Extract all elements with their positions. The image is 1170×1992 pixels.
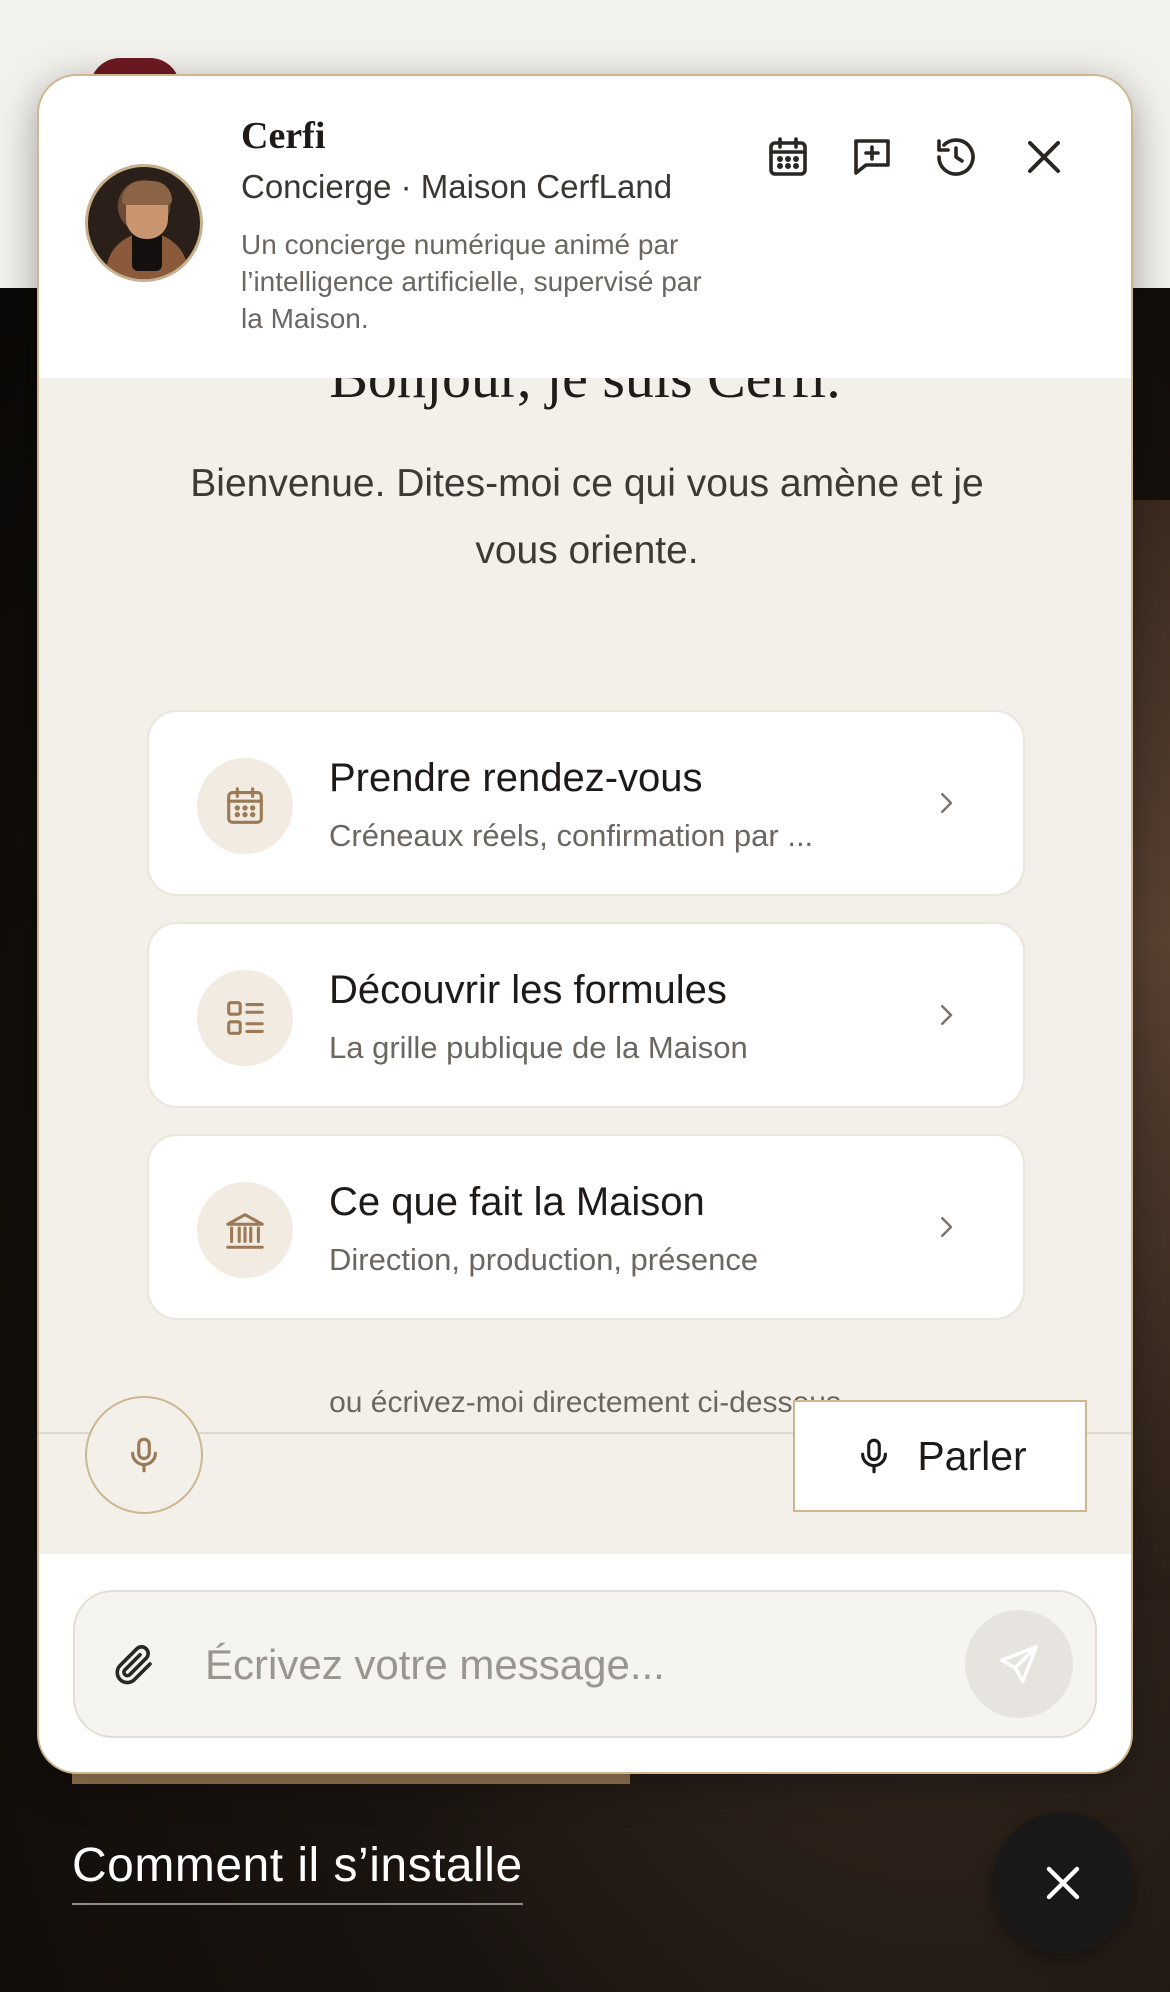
- chevron-right-icon: [921, 990, 971, 1040]
- chat-toggle-close-button[interactable]: [992, 1812, 1134, 1954]
- greeting-title: Bonjour, je suis Cerfi.: [39, 378, 1131, 411]
- close-icon: [1028, 141, 1060, 173]
- close-icon: [1046, 1866, 1080, 1900]
- talk-button-label: Parler: [917, 1432, 1027, 1479]
- voice-mic-button[interactable]: [85, 1396, 203, 1514]
- welcome-text: Bienvenue. Dites-moi ce qui vous amène e…: [190, 462, 984, 572]
- microphone-icon: [131, 1437, 157, 1473]
- card-maison[interactable]: Ce que fait la Maison Direction, product…: [147, 1134, 1025, 1320]
- message-input[interactable]: [205, 1622, 905, 1708]
- list-icon: [197, 970, 293, 1066]
- send-icon: [1000, 1645, 1038, 1683]
- card-appointment[interactable]: Prendre rendez-vous Créneaux réels, conf…: [147, 710, 1025, 896]
- card-formulas[interactable]: Découvrir les formules La grille publiqu…: [147, 922, 1025, 1108]
- calendar-icon: [769, 137, 807, 176]
- card-subtitle: Direction, production, présence: [329, 1242, 759, 1277]
- agent-name: Cerfi: [241, 115, 326, 157]
- send-button[interactable]: [965, 1610, 1073, 1718]
- chevron-right-icon: [921, 1202, 971, 1252]
- card-title: Découvrir les formules: [329, 968, 727, 1012]
- calendar-button[interactable]: [755, 124, 821, 190]
- calendar-icon: [197, 758, 293, 854]
- composer: [39, 1554, 1131, 1772]
- chat-body: Bonjour, je suis Cerfi. Bienvenue. Dites…: [39, 378, 1131, 1432]
- institution-icon: [197, 1182, 293, 1278]
- card-title: Ce que fait la Maison: [329, 1180, 705, 1224]
- history-button[interactable]: [923, 124, 989, 190]
- avatar: [85, 164, 203, 282]
- attach-button[interactable]: [101, 1632, 167, 1698]
- chat-panel: Bonjour, je suis Cerfi. Bienvenue. Dites…: [37, 74, 1133, 1774]
- paperclip-icon: [115, 1645, 152, 1685]
- chevron-right-icon: [921, 778, 971, 828]
- history-icon: [937, 138, 975, 176]
- close-chat-button[interactable]: [1011, 124, 1077, 190]
- chat-header: Cerfi Concierge · Maison CerfLand Un con…: [39, 76, 1131, 378]
- card-subtitle: Créneaux réels, confirmation par ...: [329, 818, 814, 853]
- microphone-icon: [861, 1438, 888, 1474]
- card-subtitle: La grille publique de la Maison: [329, 1030, 748, 1065]
- new-chat-icon: [854, 139, 890, 175]
- message-box: [73, 1590, 1097, 1738]
- how-it-installs-link[interactable]: Comment il s’installe: [72, 1838, 523, 1905]
- talk-button[interactable]: Parler: [793, 1400, 1087, 1512]
- new-chat-button[interactable]: [839, 124, 905, 190]
- card-title: Prendre rendez-vous: [329, 756, 703, 800]
- agent-description: Un concierge numérique animé par l’intel…: [241, 229, 702, 334]
- agent-role: Concierge · Maison CerfLand: [241, 168, 673, 205]
